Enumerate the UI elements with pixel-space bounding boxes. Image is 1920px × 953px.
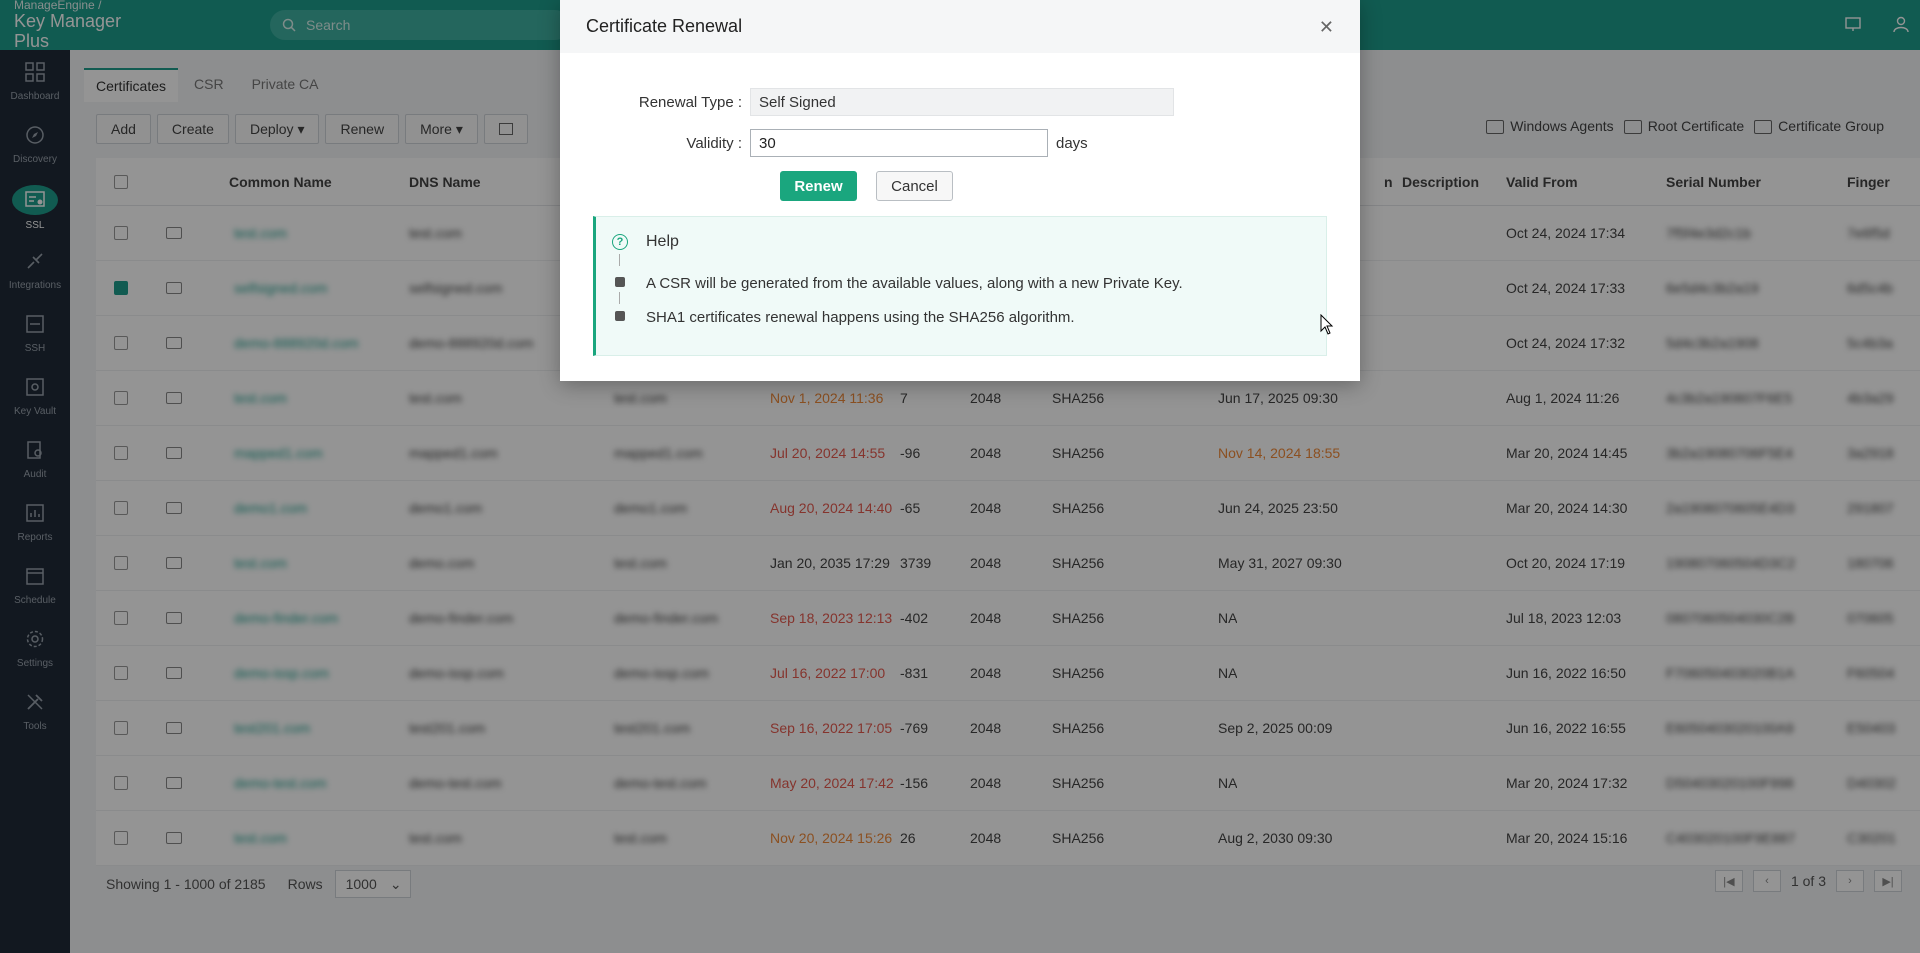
dialog-title: Certificate Renewal [586, 16, 743, 36]
help-panel: ? Help A CSR will be generated from the … [593, 216, 1327, 356]
help-title: Help [646, 233, 679, 250]
help-connector [619, 292, 620, 304]
close-icon[interactable]: ✕ [1319, 18, 1334, 36]
dialog-header: Certificate Renewal ✕ [560, 0, 1360, 53]
renewal-type-field: Self Signed [750, 88, 1174, 116]
renew-button[interactable]: Renew [780, 171, 857, 201]
bullet-icon [615, 311, 625, 321]
renewal-type-row: Renewal Type : Self Signed [560, 88, 1174, 116]
mouse-cursor-icon [1320, 314, 1334, 335]
bullet-icon [615, 277, 625, 287]
help-icon: ? [612, 234, 628, 250]
validity-unit: days [1056, 134, 1088, 152]
renewal-type-label: Renewal Type : [638, 93, 742, 111]
help-item: A CSR will be generated from the availab… [646, 275, 1183, 292]
help-item: SHA1 certificates renewal happens using … [646, 309, 1075, 326]
validity-row: Validity : 30 days [560, 129, 1088, 157]
help-connector [619, 254, 620, 266]
cancel-button[interactable]: Cancel [876, 171, 953, 201]
validity-input[interactable]: 30 [750, 129, 1048, 157]
certificate-renewal-dialog: Certificate Renewal ✕ Renewal Type : Sel… [560, 0, 1360, 381]
validity-label: Validity : [686, 134, 742, 152]
